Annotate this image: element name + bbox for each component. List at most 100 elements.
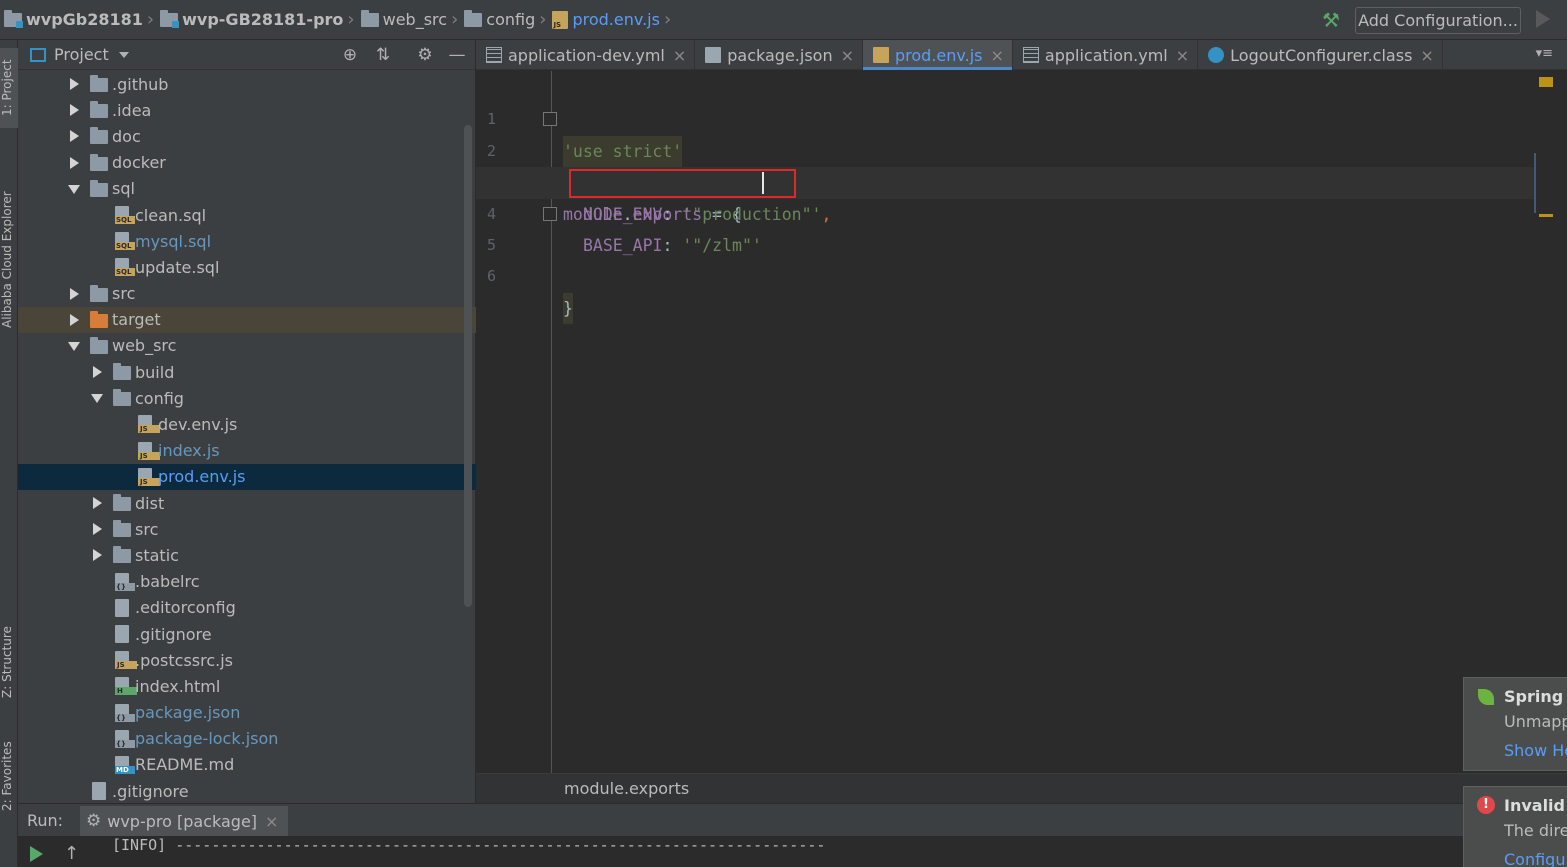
breadcrumb-web-src[interactable]: web_src	[383, 10, 447, 29]
arrow-up-icon[interactable]: ↑	[64, 843, 79, 864]
config-file-icon	[115, 572, 135, 591]
js-file-icon	[138, 467, 160, 486]
minimize-icon[interactable]: —	[447, 45, 467, 65]
chevron-right-icon[interactable]	[93, 366, 102, 379]
tree-item[interactable]: .gitignore	[18, 778, 476, 804]
close-icon[interactable]: ×	[841, 46, 854, 65]
alibaba-cloud-explorer-tab[interactable]: Alibaba Cloud Explorer	[0, 180, 18, 340]
breadcrumb-file[interactable]: prod.env.js	[572, 10, 660, 29]
tree-item[interactable]: dist	[18, 490, 476, 516]
code-breadcrumb[interactable]: module.exports	[564, 779, 689, 798]
project-panel-header: Project ⊕ ⇅ ⚙ —	[18, 40, 475, 70]
close-icon[interactable]: ×	[673, 46, 686, 65]
warning-marker[interactable]	[1539, 77, 1553, 87]
chevron-down-icon[interactable]	[91, 394, 103, 404]
tree-item[interactable]: web_src	[18, 333, 476, 359]
gear-icon[interactable]: ⚙	[415, 45, 435, 65]
chevron-down-icon[interactable]	[68, 341, 80, 351]
close-icon[interactable]: ×	[265, 812, 278, 831]
chevron-right-icon[interactable]	[70, 130, 79, 143]
fold-icon[interactable]	[543, 112, 557, 127]
rerun-icon[interactable]	[30, 846, 43, 862]
editor-tab[interactable]: application-dev.yml ×	[476, 40, 696, 70]
tree-item[interactable]: .editorconfig	[18, 595, 476, 621]
chevron-right-icon[interactable]	[93, 549, 102, 562]
tree-item[interactable]: package.json	[18, 700, 476, 726]
tree-item[interactable]: config	[18, 385, 476, 411]
close-icon[interactable]: ×	[991, 46, 1004, 65]
breadcrumb-config[interactable]: config	[486, 10, 535, 29]
breadcrumb-project[interactable]: wvpGb28181	[26, 10, 143, 29]
folder-icon	[90, 153, 108, 171]
scrollbar[interactable]	[464, 125, 472, 607]
folder-icon	[90, 75, 108, 92]
build-hammer-icon[interactable]: ⚒	[1320, 9, 1342, 31]
project-tool-tab[interactable]: 1: Project	[0, 48, 18, 128]
tree-item-label: src	[135, 519, 159, 539]
run-configuration-tab[interactable]: ⚙ wvp-pro [package] ×	[80, 806, 289, 836]
line-number: 6	[486, 267, 496, 286]
locate-target-icon[interactable]: ⊕	[340, 45, 360, 65]
tree-item[interactable]: doc	[18, 123, 476, 149]
chevron-right-icon[interactable]	[93, 497, 102, 509]
tree-item[interactable]: src	[18, 281, 476, 307]
folder-icon	[113, 363, 131, 381]
error-icon: !	[1477, 796, 1495, 814]
notification-vcs[interactable]: ! Invalid VCS root mapping The directory…	[1463, 786, 1567, 867]
tree-item[interactable]: .postcssrc.js	[18, 647, 476, 673]
editor-tab[interactable]: package.json ×	[695, 40, 863, 70]
tree-item[interactable]: README.md	[18, 752, 476, 778]
tree-item[interactable]: sql	[18, 176, 476, 202]
notification-spring[interactable]: Spring Configuration Check Unmapped Spri…	[1463, 677, 1567, 771]
configure-link[interactable]: Configure...	[1504, 850, 1567, 867]
tabs-overflow-icon[interactable]: ▾≡	[1536, 46, 1553, 61]
editor-tab[interactable]: prod.env.js ×	[863, 40, 1013, 70]
chevron-down-icon[interactable]	[118, 51, 129, 58]
tree-item[interactable]: clean.sql	[18, 202, 476, 228]
structure-tool-tab[interactable]: Z: Structure	[0, 612, 18, 712]
chevron-right-icon[interactable]	[70, 287, 79, 300]
close-icon[interactable]: ×	[1420, 46, 1433, 65]
folder-icon	[113, 389, 131, 407]
tree-item[interactable]: package-lock.json	[18, 726, 476, 752]
chevron-right-icon[interactable]	[70, 104, 79, 117]
fold-icon[interactable]	[543, 206, 557, 221]
error-stripe-marker[interactable]	[1539, 214, 1553, 217]
chevron-right-icon[interactable]	[70, 313, 79, 326]
tree-item[interactable]: build	[18, 359, 476, 385]
run-console[interactable]: ↑ [INFO] -------------------------------…	[18, 836, 1567, 867]
breadcrumb-module[interactable]: wvp-GB28181-pro	[182, 10, 343, 29]
spring-leaf-icon	[1478, 689, 1494, 705]
tree-item[interactable]: prod.env.js	[18, 463, 476, 490]
code-editor[interactable]: 1 'use strict' 2 module.exports = { 3 NO…	[476, 71, 1567, 773]
project-title[interactable]: Project	[54, 45, 109, 64]
collapse-all-icon[interactable]: ⇅	[373, 45, 393, 65]
tree-item[interactable]: static	[18, 542, 476, 568]
tree-item[interactable]: update.sql	[18, 254, 476, 280]
editor-tab[interactable]: application.yml ×	[1013, 40, 1199, 70]
tree-item[interactable]: index.js	[18, 438, 476, 464]
project-tree: .github .idea doc docker sqlclean.sql mysql.s…	[18, 71, 476, 804]
close-icon[interactable]: ×	[1176, 46, 1189, 65]
tree-item[interactable]: .github	[18, 71, 476, 97]
show-help-link[interactable]: Show Help	[1504, 741, 1567, 760]
run-configuration-label: wvp-pro [package]	[107, 811, 258, 831]
tree-item[interactable]: target	[18, 306, 476, 333]
tree-item[interactable]: index.html	[18, 673, 476, 699]
chevron-right-icon[interactable]	[70, 78, 79, 90]
chevron-down-icon[interactable]	[68, 184, 80, 194]
tree-item[interactable]: .gitignore	[18, 621, 476, 647]
favorites-tool-tab[interactable]: 2: Favorites	[0, 736, 18, 816]
chevron-right-icon[interactable]	[70, 156, 79, 169]
tree-item[interactable]: .idea	[18, 97, 476, 123]
folder-icon	[360, 9, 379, 27]
tree-item[interactable]: docker	[18, 150, 476, 176]
tree-item[interactable]: mysql.sql	[18, 228, 476, 254]
tree-item[interactable]: src	[18, 516, 476, 542]
chevron-right-icon[interactable]	[93, 523, 102, 536]
editor-tab[interactable]: LogoutConfigurer.class ×	[1198, 40, 1443, 70]
tree-item[interactable]: .babelrc	[18, 569, 476, 595]
run-icon[interactable]	[1536, 10, 1550, 28]
add-configuration-button[interactable]: Add Configuration...	[1355, 7, 1521, 34]
tree-item[interactable]: dev.env.js	[18, 411, 476, 437]
